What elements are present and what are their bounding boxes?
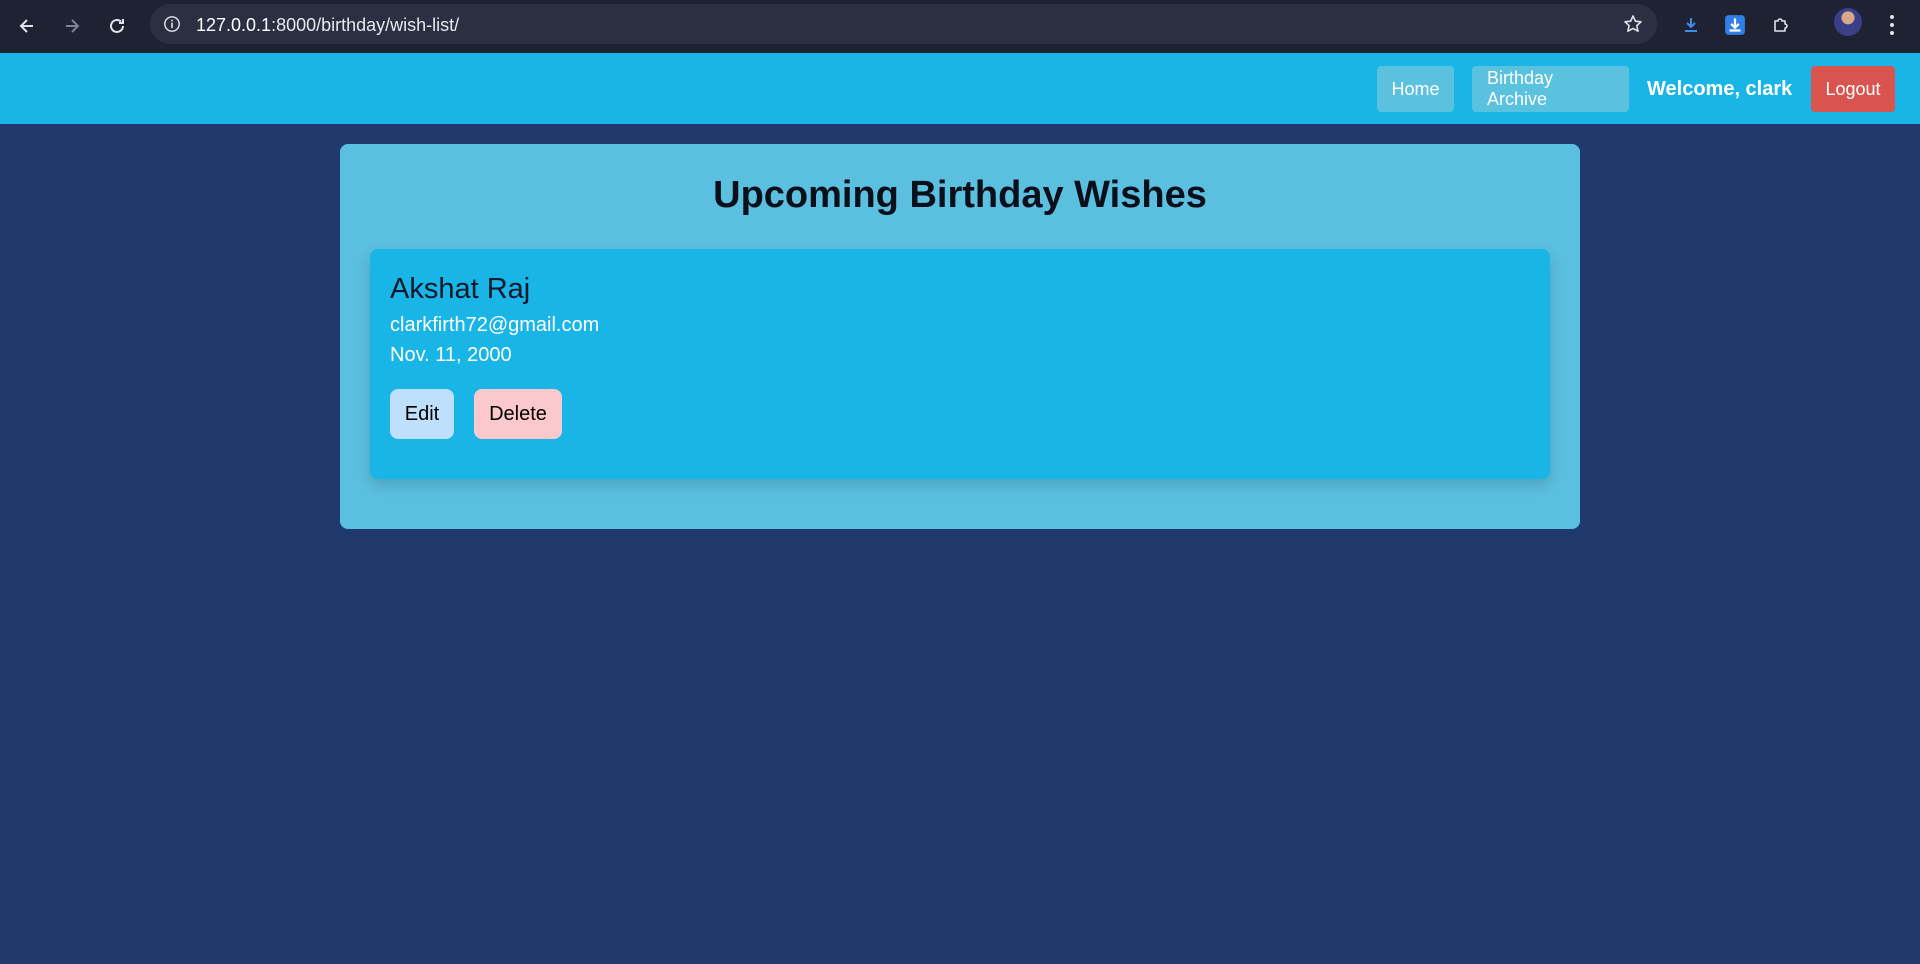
reload-icon bbox=[110, 18, 124, 33]
back-arrow-icon bbox=[19, 19, 33, 33]
reload-button[interactable] bbox=[99, 8, 135, 44]
puzzle-icon[interactable] bbox=[1766, 10, 1796, 40]
url-path: :8000/birthday/wish-list/ bbox=[271, 15, 460, 35]
edit-button[interactable]: Edit bbox=[390, 389, 454, 439]
profile-avatar[interactable] bbox=[1834, 8, 1862, 36]
info-icon[interactable] bbox=[160, 12, 184, 36]
delete-button[interactable]: Delete bbox=[474, 389, 562, 439]
bookmark-star-icon[interactable] bbox=[1621, 12, 1645, 36]
wish-list-panel: Upcoming Birthday Wishes Akshat Raj clar… bbox=[340, 144, 1580, 529]
download-icon[interactable] bbox=[1676, 10, 1706, 40]
browser-toolbar: 127.0.0.1:8000/birthday/wish-list/ bbox=[0, 0, 1920, 53]
welcome-text: Welcome, clark bbox=[1647, 77, 1793, 100]
site-header: Home Birthday Archive Welcome, clark Log… bbox=[0, 53, 1920, 124]
url-host: 127.0.0.1 bbox=[196, 15, 272, 35]
wish-email: clarkfirth72@gmail.com bbox=[390, 314, 600, 336]
wish-date: Nov. 11, 2000 bbox=[390, 344, 512, 366]
forward-arrow-icon bbox=[66, 19, 80, 33]
nav-home-button[interactable]: Home bbox=[1377, 66, 1454, 112]
more-vert-icon[interactable] bbox=[1880, 10, 1904, 40]
wish-name: Akshat Raj bbox=[390, 273, 531, 305]
logout-button[interactable]: Logout bbox=[1811, 66, 1895, 112]
download-extension-icon[interactable] bbox=[1720, 10, 1750, 40]
forward-button[interactable] bbox=[54, 8, 90, 44]
back-button[interactable] bbox=[9, 8, 45, 44]
wish-card: Akshat Raj clarkfirth72@gmail.com Nov. 1… bbox=[370, 249, 1550, 479]
url-text[interactable]: 127.0.0.1:8000/birthday/wish-list/ bbox=[196, 15, 459, 36]
page-title: Upcoming Birthday Wishes bbox=[713, 174, 1207, 216]
nav-birthday-archive-button[interactable]: Birthday Archive bbox=[1472, 66, 1629, 112]
address-bar[interactable]: 127.0.0.1:8000/birthday/wish-list/ bbox=[150, 4, 1657, 44]
